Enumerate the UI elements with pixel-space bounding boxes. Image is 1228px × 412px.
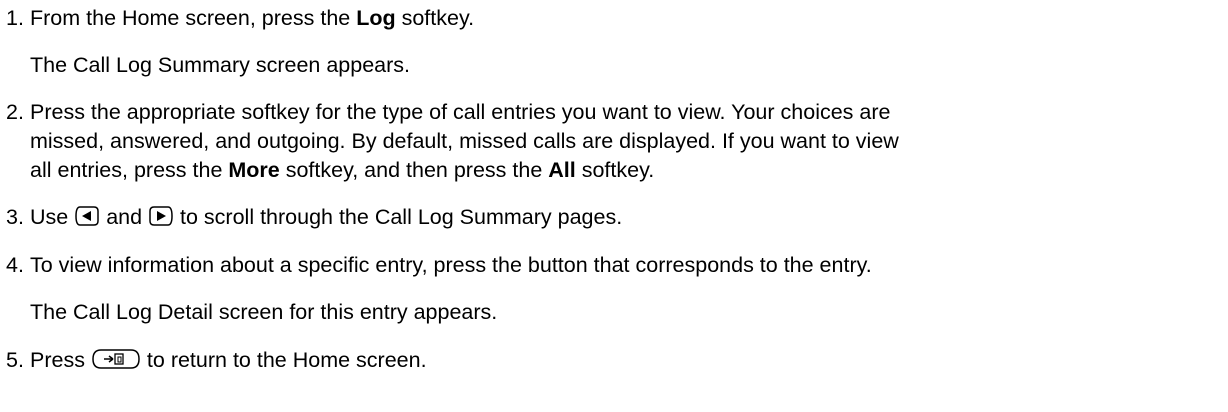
text-segment: all entries, press the: [30, 158, 229, 182]
text-segment: Press: [30, 348, 91, 372]
step-text: Press to return to the Home screen.: [30, 345, 427, 375]
softkey-name: Log: [356, 6, 396, 30]
right-arrow-key-icon: [148, 205, 174, 227]
step-number: 5.: [6, 348, 24, 372]
text-segment: and: [100, 205, 149, 229]
text-segment: softkey.: [395, 6, 475, 30]
step-text-line: missed, answered, and outgoing. By defau…: [30, 129, 899, 153]
step-text: Use and to scroll through the Call Log S…: [30, 202, 622, 232]
step-number: 1.: [6, 6, 24, 30]
text-segment: to scroll through the Call Log Summary p…: [174, 205, 623, 229]
left-arrow-key-icon: [74, 205, 100, 227]
softkey-name: All: [548, 158, 576, 182]
text-segment: to return to the Home screen.: [140, 348, 427, 372]
result-text: The Call Log Summary screen appears.: [30, 53, 411, 77]
step-text: From the Home screen, press the Log soft…: [30, 3, 474, 33]
step-number: 2.: [6, 100, 24, 124]
text-segment: Use: [30, 205, 75, 229]
home-exit-key-icon: [91, 348, 141, 370]
softkey-name: More: [228, 158, 280, 182]
step-number: 3.: [6, 205, 24, 229]
step-text-line: Press the appropriate softkey for the ty…: [30, 100, 891, 124]
step-text-line: all entries, press the More softkey, and…: [30, 155, 654, 185]
step-number: 4.: [6, 253, 24, 277]
step-text: To view information about a specific ent…: [30, 253, 872, 277]
text-segment: From the Home screen, press the: [30, 6, 357, 30]
text-segment: softkey, and then press the: [279, 158, 549, 182]
text-segment: softkey.: [575, 158, 655, 182]
result-text: The Call Log Detail screen for this entr…: [30, 300, 498, 324]
